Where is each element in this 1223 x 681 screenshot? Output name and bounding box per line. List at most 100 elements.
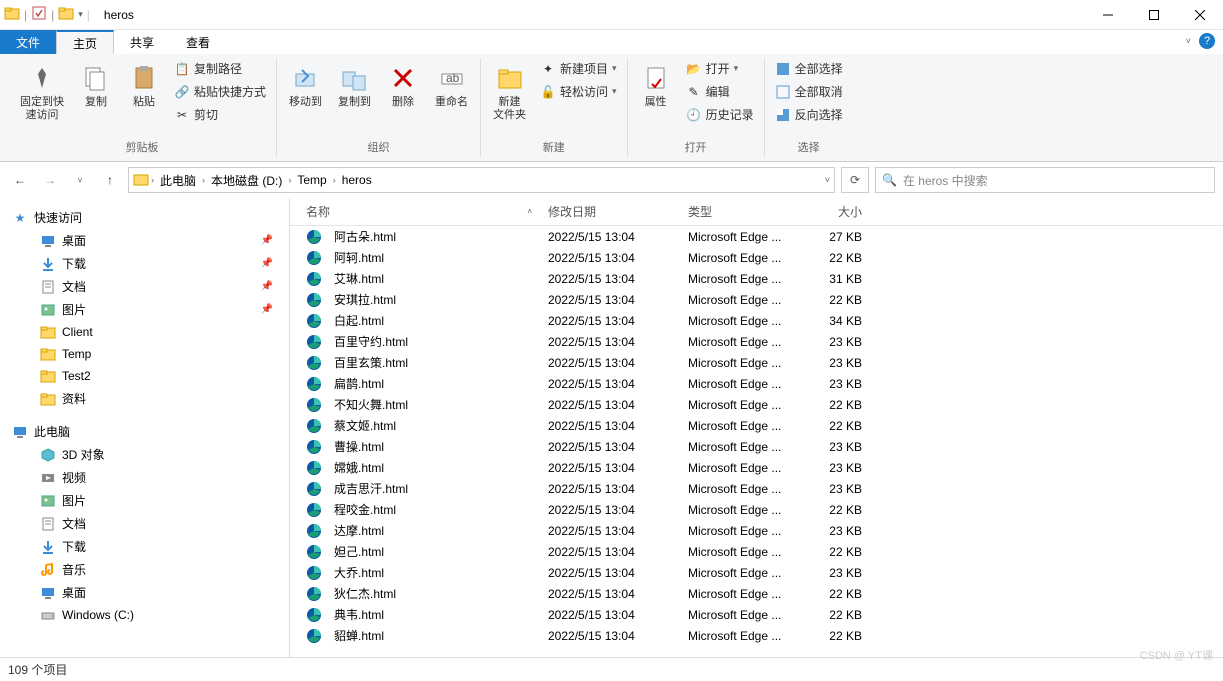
file-row[interactable]: 貂蝉.html2022/5/15 13:04Microsoft Edge ...… [290, 625, 1223, 646]
file-row[interactable]: 蔡文姬.html2022/5/15 13:04Microsoft Edge ..… [290, 415, 1223, 436]
address-dropdown-icon[interactable]: ˅ [825, 175, 830, 185]
sidebar-item-Windows (C:)[interactable]: Windows (C:) [0, 604, 289, 626]
ribbon-group-select: 全部选择 全部取消 反向选择 选择 [765, 58, 853, 157]
recent-locations-button[interactable]: ˅ [68, 168, 92, 192]
crumb-this-pc[interactable]: 此电脑 [156, 172, 200, 189]
sidebar-quick-access[interactable]: ★ 快速访问 [0, 206, 289, 229]
sidebar-item-桌面[interactable]: 桌面📌 [0, 229, 289, 252]
file-row[interactable]: 嫦娥.html2022/5/15 13:04Microsoft Edge ...… [290, 457, 1223, 478]
search-box[interactable]: 🔍 在 heros 中搜索 [875, 167, 1215, 193]
edge-icon [306, 397, 322, 413]
back-button[interactable]: ← [8, 168, 32, 192]
sidebar-item-资料[interactable]: 资料 [0, 387, 289, 410]
file-row[interactable]: 阿古朵.html2022/5/15 13:04Microsoft Edge ..… [290, 226, 1223, 247]
file-row[interactable]: 成吉思汗.html2022/5/15 13:04Microsoft Edge .… [290, 478, 1223, 499]
move-icon [290, 62, 322, 94]
crumb-heros[interactable]: heros [338, 173, 376, 187]
paste-button[interactable]: 粘贴 [122, 58, 166, 113]
sidebar-item-下载[interactable]: 下载 [0, 535, 289, 558]
column-type[interactable]: 类型 [680, 203, 800, 220]
sidebar-item-文档[interactable]: 文档 [0, 512, 289, 535]
sidebar-item-Test2[interactable]: Test2 [0, 365, 289, 387]
sidebar-item-Client[interactable]: Client [0, 321, 289, 343]
history-button[interactable]: 🕘历史记录 [682, 104, 758, 125]
forward-button[interactable]: → [38, 168, 62, 192]
tab-view[interactable]: 查看 [170, 30, 226, 54]
rename-button[interactable]: ab重命名 [429, 58, 474, 113]
edge-icon [306, 334, 322, 350]
file-row[interactable]: 百里玄策.html2022/5/15 13:04Microsoft Edge .… [290, 352, 1223, 373]
sidebar-item-3D 对象[interactable]: 3D 对象 [0, 443, 289, 466]
edge-icon [306, 628, 322, 644]
qat-dropdown-icon[interactable]: ▾ [78, 9, 83, 20]
file-row[interactable]: 安琪拉.html2022/5/15 13:04Microsoft Edge ..… [290, 289, 1223, 310]
file-row[interactable]: 狄仁杰.html2022/5/15 13:04Microsoft Edge ..… [290, 583, 1223, 604]
edge-icon [306, 460, 322, 476]
pc-icon [12, 424, 28, 440]
videos-icon [40, 470, 56, 486]
file-row[interactable]: 白起.html2022/5/15 13:04Microsoft Edge ...… [290, 310, 1223, 331]
invert-selection-button[interactable]: 反向选择 [771, 104, 847, 125]
file-row[interactable]: 百里守约.html2022/5/15 13:04Microsoft Edge .… [290, 331, 1223, 352]
sidebar-item-图片[interactable]: 图片 [0, 489, 289, 512]
tab-home[interactable]: 主页 [56, 30, 114, 54]
column-name[interactable]: 名称˄ [290, 203, 540, 220]
ribbon-collapse-icon[interactable]: ˅ [1186, 36, 1191, 46]
select-none-button[interactable]: 全部取消 [771, 81, 847, 102]
easy-access-icon: 🔓 [540, 84, 556, 100]
file-row[interactable]: 典韦.html2022/5/15 13:04Microsoft Edge ...… [290, 604, 1223, 625]
tab-file[interactable]: 文件 [0, 30, 56, 54]
open-button[interactable]: 📂打开 ▾ [682, 58, 758, 79]
file-row[interactable]: 不知火舞.html2022/5/15 13:04Microsoft Edge .… [290, 394, 1223, 415]
select-all-button[interactable]: 全部选择 [771, 58, 847, 79]
file-row[interactable]: 曹操.html2022/5/15 13:04Microsoft Edge ...… [290, 436, 1223, 457]
sidebar-item-图片[interactable]: 图片📌 [0, 298, 289, 321]
crumb-temp[interactable]: Temp [293, 173, 330, 187]
help-icon[interactable]: ? [1199, 33, 1215, 49]
sidebar-item-下载[interactable]: 下载📌 [0, 252, 289, 275]
file-row[interactable]: 扁鹊.html2022/5/15 13:04Microsoft Edge ...… [290, 373, 1223, 394]
cut-button[interactable]: ✂剪切 [170, 104, 270, 125]
navigation-pane[interactable]: ★ 快速访问 桌面📌下载📌文档📌图片📌ClientTempTest2资料 此电脑… [0, 198, 290, 657]
copy-to-button[interactable]: 复制到 [332, 58, 377, 113]
copy-path-button[interactable]: 📋复制路径 [170, 58, 270, 79]
save-icon[interactable] [31, 5, 47, 24]
edit-button[interactable]: ✎编辑 [682, 81, 758, 102]
move-to-button[interactable]: 移动到 [283, 58, 328, 113]
close-button[interactable] [1177, 0, 1223, 30]
easy-access-button[interactable]: 🔓轻松访问 ▾ [536, 81, 621, 102]
sidebar-item-视频[interactable]: 视频 [0, 466, 289, 489]
documents-icon [40, 279, 56, 295]
sidebar-this-pc[interactable]: 此电脑 [0, 420, 289, 443]
column-size[interactable]: 大小 [800, 203, 870, 220]
new-item-button[interactable]: ✦新建项目 ▾ [536, 58, 621, 79]
file-row[interactable]: 程咬金.html2022/5/15 13:04Microsoft Edge ..… [290, 499, 1223, 520]
paste-shortcut-button[interactable]: 🔗粘贴快捷方式 [170, 81, 270, 102]
file-row[interactable]: 妲己.html2022/5/15 13:04Microsoft Edge ...… [290, 541, 1223, 562]
properties-button[interactable]: 属性 [634, 58, 678, 113]
file-row[interactable]: 达摩.html2022/5/15 13:04Microsoft Edge ...… [290, 520, 1223, 541]
sidebar-item-桌面[interactable]: 桌面 [0, 581, 289, 604]
tab-share[interactable]: 共享 [114, 30, 170, 54]
file-row[interactable]: 大乔.html2022/5/15 13:04Microsoft Edge ...… [290, 562, 1223, 583]
delete-button[interactable]: 删除 [381, 58, 425, 113]
refresh-button[interactable]: ⟳ [841, 167, 869, 193]
crumb-drive-d[interactable]: 本地磁盘 (D:) [207, 172, 286, 189]
content-area: ★ 快速访问 桌面📌下载📌文档📌图片📌ClientTempTest2资料 此电脑… [0, 198, 1223, 657]
address-bar[interactable]: › 此电脑› 本地磁盘 (D:)› Temp› heros ˅ [128, 167, 835, 193]
sidebar-item-文档[interactable]: 文档📌 [0, 275, 289, 298]
file-row[interactable]: 艾琳.html2022/5/15 13:04Microsoft Edge ...… [290, 268, 1223, 289]
minimize-button[interactable] [1085, 0, 1131, 30]
column-date[interactable]: 修改日期 [540, 203, 680, 220]
file-list[interactable]: 名称˄ 修改日期 类型 大小 阿古朵.html2022/5/15 13:04Mi… [290, 198, 1223, 657]
maximize-button[interactable] [1131, 0, 1177, 30]
file-row[interactable]: 阿轲.html2022/5/15 13:04Microsoft Edge ...… [290, 247, 1223, 268]
paste-icon [128, 62, 160, 94]
pin-to-quick-access-button[interactable]: 固定到快 速访问 [14, 58, 70, 126]
rename-icon: ab [436, 62, 468, 94]
sidebar-item-音乐[interactable]: 音乐 [0, 558, 289, 581]
sidebar-item-Temp[interactable]: Temp [0, 343, 289, 365]
up-button[interactable]: ↑ [98, 168, 122, 192]
new-folder-button[interactable]: 新建 文件夹 [487, 58, 532, 126]
copy-button[interactable]: 复制 [74, 58, 118, 113]
